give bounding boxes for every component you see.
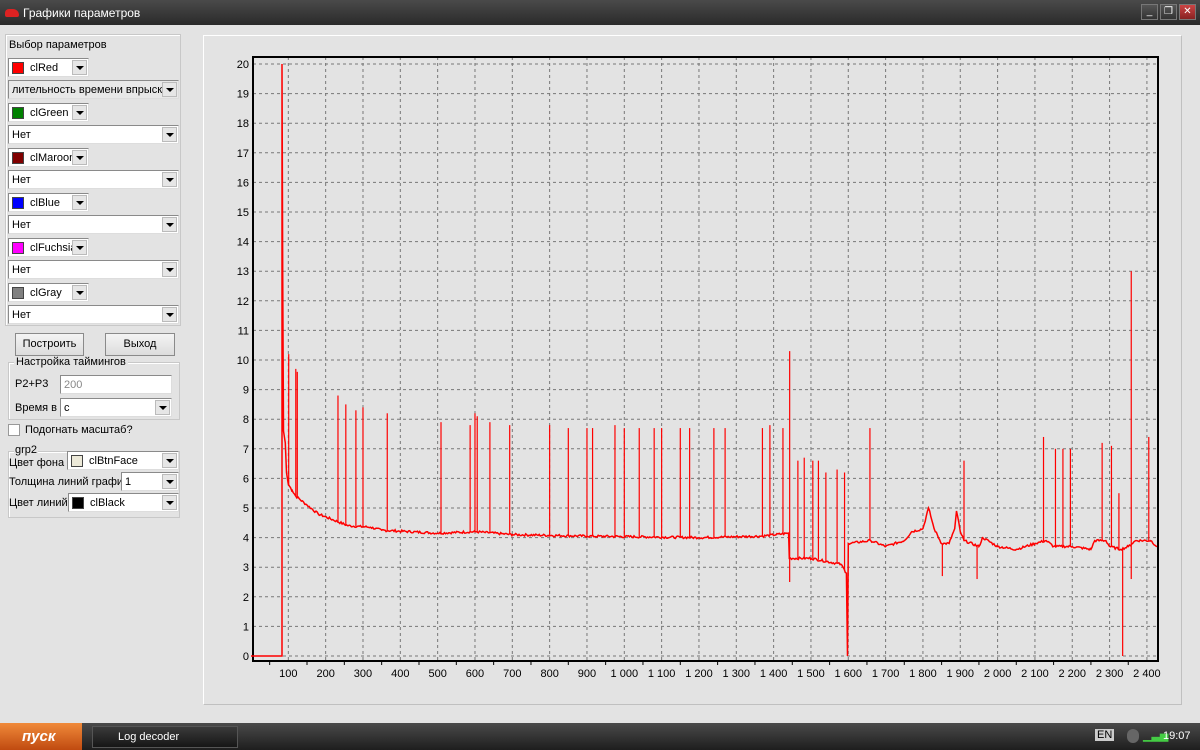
- y-tick-label: 0: [243, 651, 249, 663]
- x-tick-label: 1 300: [723, 668, 751, 680]
- x-tick-label: 600: [466, 668, 484, 680]
- y-tick-label: 11: [238, 325, 249, 337]
- x-tick-label: 2 100: [1021, 668, 1049, 680]
- y-tick-label: 7: [243, 444, 249, 456]
- y-tick-label: 1: [243, 621, 249, 633]
- x-tick-label: 300: [354, 668, 372, 680]
- x-tick-label: 1 500: [797, 668, 825, 680]
- y-tick-label: 2: [243, 592, 249, 604]
- y-tick-label: 14: [237, 237, 249, 249]
- x-tick-label: 2 200: [1058, 668, 1086, 680]
- language-indicator[interactable]: EN: [1095, 729, 1115, 741]
- x-tick-label: 2 000: [984, 668, 1012, 680]
- y-tick-label: 10: [237, 355, 249, 367]
- y-tick-label: 19: [237, 89, 249, 101]
- clock: 19:07: [1163, 730, 1191, 742]
- y-tick-label: 12: [237, 296, 249, 308]
- x-tick-label: 1 600: [835, 668, 863, 680]
- x-tick-label: 1 200: [685, 668, 713, 680]
- y-tick-label: 20: [237, 59, 249, 71]
- x-tick-label: 1 900: [947, 668, 975, 680]
- y-tick-label: 6: [243, 473, 249, 485]
- x-tick-label: 900: [578, 668, 596, 680]
- start-button[interactable]: пуск: [0, 723, 82, 750]
- x-tick-label: 1 800: [909, 668, 937, 680]
- x-tick-label: 1 400: [760, 668, 788, 680]
- y-tick-label: 17: [237, 148, 249, 160]
- y-tick-label: 3: [243, 562, 249, 574]
- y-tick-label: 9: [243, 385, 249, 397]
- y-tick-label: 15: [237, 207, 249, 219]
- chart: 01234567891011121314151617181920100 200 30…: [237, 56, 1161, 680]
- y-tick-label: 4: [243, 533, 249, 545]
- x-tick-label: 400: [391, 668, 409, 680]
- x-tick-label: 1 000: [611, 668, 639, 680]
- y-tick-label: 5: [243, 503, 249, 515]
- x-tick-label: 1 100: [648, 668, 676, 680]
- x-tick-label: 100: [279, 668, 297, 680]
- x-tick-label: 500: [428, 668, 446, 680]
- taskbar-item-log-decoder[interactable]: Log decoder: [92, 726, 238, 748]
- taskbar: пуск Log decoder EN ▁▃▅ 19:07: [0, 723, 1200, 750]
- x-tick-label: 1 700: [872, 668, 900, 680]
- x-tick-label: 200: [316, 668, 334, 680]
- y-tick-label: 13: [237, 266, 249, 278]
- x-tick-label: 2 400: [1133, 668, 1161, 680]
- x-tick-label: 2 300: [1096, 668, 1124, 680]
- x-tick-label: 800: [540, 668, 558, 680]
- y-tick-label: 8: [243, 414, 249, 426]
- tray-expand-icon[interactable]: [1127, 729, 1139, 743]
- x-tick-label: 700: [503, 668, 521, 680]
- plot-area: [253, 57, 1158, 661]
- y-tick-label: 18: [237, 118, 249, 130]
- y-tick-label: 16: [237, 177, 249, 189]
